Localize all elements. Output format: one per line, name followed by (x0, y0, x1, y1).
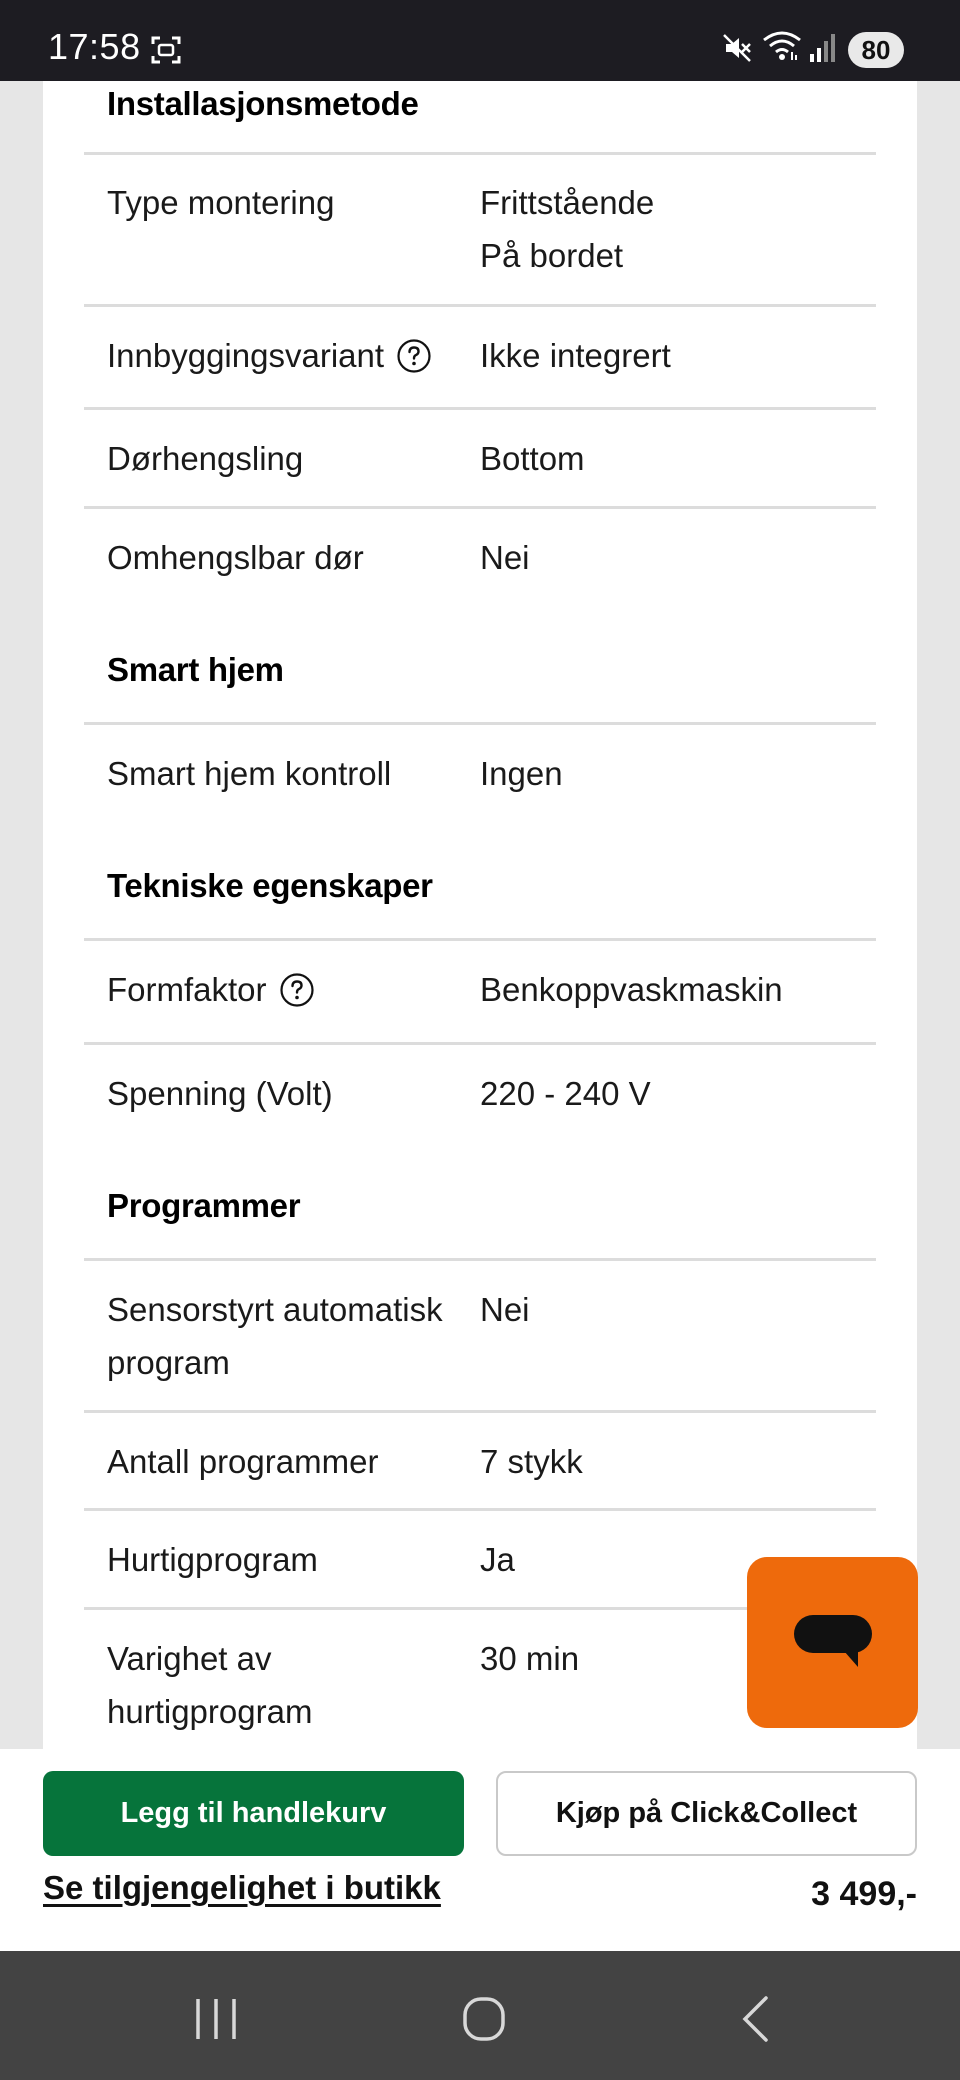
section-heading-programs: Programmer (107, 1187, 301, 1224)
divider (84, 1258, 876, 1261)
screenshot-icon (151, 36, 181, 64)
spec-label-smart-hjem-kontroll: Smart hjem kontroll (107, 755, 392, 792)
spec-label-dorhengsling: Dørhengsling (107, 440, 304, 477)
spec-value-formfaktor: Benkoppvaskmaskin (480, 971, 783, 1008)
purchase-bar: Legg til handlekurv Kjøp på Click&Collec… (0, 1749, 960, 1951)
spec-value-type-montering-2: På bordet (480, 237, 624, 274)
spec-value-sensorstyrt: Nei (480, 1291, 530, 1328)
spec-label-hurtigprogram: Hurtigprogram (107, 1541, 318, 1578)
spec-value-innbyggingsvariant: Ikke integrert (480, 337, 671, 374)
divider (84, 1042, 876, 1045)
wifi-icon (763, 31, 801, 60)
spec-value-varighet: 30 min (480, 1640, 580, 1677)
spec-value-type-montering-1: Frittstående (480, 184, 655, 221)
divider (84, 1410, 876, 1413)
click-and-collect-button[interactable]: Kjøp på Click&Collect (496, 1771, 917, 1856)
spec-label-type-montering: Type montering (107, 184, 335, 221)
battery-badge: 80 (848, 32, 904, 68)
divider (84, 1508, 876, 1511)
divider (84, 407, 876, 410)
divider (84, 304, 876, 307)
spec-value-hurtigprogram: Ja (480, 1541, 515, 1578)
chat-button[interactable] (747, 1557, 918, 1728)
price: 3 499,- (811, 1875, 917, 1913)
spec-label-sensorstyrt-1: Sensorstyrt automatisk (107, 1291, 443, 1328)
section-heading-technical: Tekniske egenskaper (107, 867, 433, 904)
help-icon[interactable] (279, 972, 315, 1008)
product-spec-content[interactable]: Installasjonsmetode Type montering Fritt… (0, 81, 960, 1749)
spec-label-innbyggingsvariant: Innbyggingsvariant (107, 329, 432, 382)
divider (84, 722, 876, 725)
home-icon[interactable] (462, 1995, 506, 2043)
spec-label-formfaktor: Formfaktor (107, 963, 315, 1016)
mute-icon (723, 34, 751, 62)
status-bar: 17:58 80 (0, 0, 960, 81)
spec-label-varighet-2: hurtigprogram (107, 1693, 313, 1730)
divider (84, 506, 876, 509)
divider (84, 938, 876, 941)
spec-value-omhengslbar-dor: Nei (480, 539, 530, 576)
recents-icon[interactable] (194, 1997, 238, 2041)
chat-bubble-icon (793, 1614, 872, 1667)
divider (84, 152, 876, 155)
spec-label-varighet-1: Varighet av (107, 1640, 272, 1677)
spec-value-spenning: 220 - 240 V (480, 1075, 651, 1112)
store-availability-link[interactable]: Se tilgjengelighet i butikk (43, 1869, 441, 1907)
spec-value-dorhengsling: Bottom (480, 440, 585, 477)
section-heading-smart-home: Smart hjem (107, 651, 284, 688)
spec-value-antall-programmer: 7 stykk (480, 1443, 583, 1480)
spec-label-text: Formfaktor (107, 971, 267, 1008)
spec-label-omhengslbar-dor: Omhengslbar dør (107, 539, 364, 576)
add-to-cart-button[interactable]: Legg til handlekurv (43, 1771, 464, 1856)
spec-label-text: Innbyggingsvariant (107, 337, 385, 374)
status-time: 17:58 (48, 26, 141, 67)
spec-label-antall-programmer: Antall programmer (107, 1443, 379, 1480)
signal-icon (810, 34, 835, 62)
spec-value-smart-hjem-kontroll: Ingen (480, 755, 563, 792)
spec-label-sensorstyrt-2: program (107, 1344, 230, 1381)
section-heading-installation: Installasjonsmetode (107, 85, 419, 122)
back-icon[interactable] (738, 1995, 772, 2043)
navigation-bar (0, 1951, 960, 2080)
help-icon[interactable] (396, 338, 432, 374)
spec-label-spenning: Spenning (Volt) (107, 1075, 333, 1112)
